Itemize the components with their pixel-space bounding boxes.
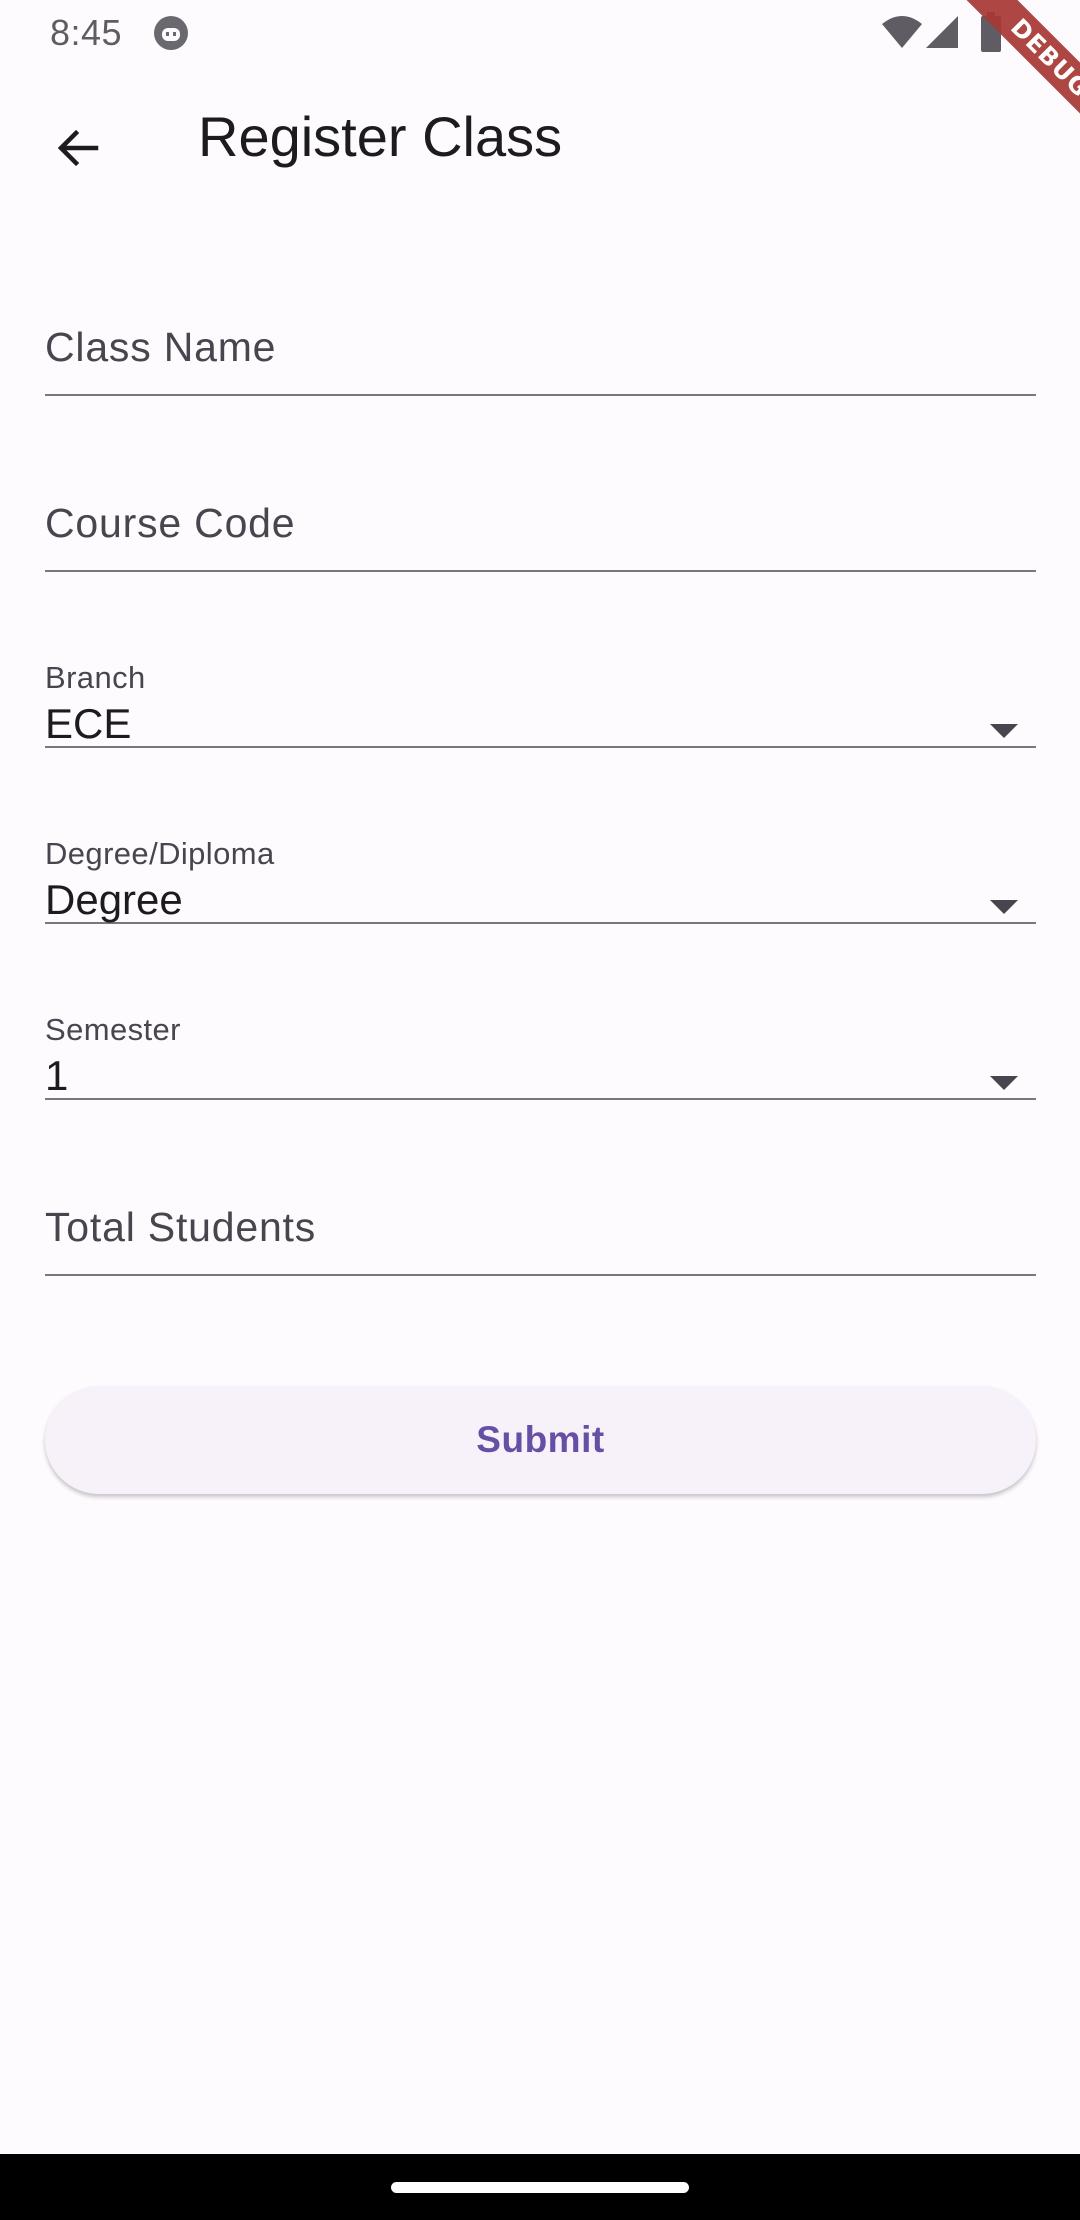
status-bar: 8:45 xyxy=(0,0,1080,66)
arrow-back-icon xyxy=(57,129,99,167)
degree-diploma-label: Degree/Diploma xyxy=(45,836,275,871)
course-code-field[interactable]: Course Code xyxy=(45,396,1036,572)
total-students-field[interactable]: Total Students xyxy=(45,1100,1036,1276)
app-bar: Register Class xyxy=(0,66,1080,220)
class-name-field[interactable]: Class Name xyxy=(45,220,1036,396)
register-class-form: Class Name Course Code Branch ECE Degree… xyxy=(45,220,1036,1276)
class-name-placeholder: Class Name xyxy=(45,324,277,370)
app-notification-icon xyxy=(154,16,188,50)
branch-value: ECE xyxy=(45,700,132,747)
home-gesture-handle[interactable] xyxy=(391,2182,689,2193)
semester-dropdown[interactable]: Semester 1 xyxy=(45,924,1036,1100)
semester-label: Semester xyxy=(45,1012,181,1047)
semester-value: 1 xyxy=(45,1052,69,1099)
branch-dropdown[interactable]: Branch ECE xyxy=(45,572,1036,748)
status-time: 8:45 xyxy=(50,12,123,53)
wifi-icon xyxy=(882,16,922,48)
dropdown-arrow-icon xyxy=(990,900,1018,914)
navigation-bar xyxy=(0,2154,1080,2220)
course-code-placeholder: Course Code xyxy=(45,500,296,546)
degree-diploma-value: Degree xyxy=(45,876,183,923)
dropdown-arrow-icon xyxy=(990,1076,1018,1090)
dropdown-arrow-icon xyxy=(990,724,1018,738)
submit-button[interactable]: Submit xyxy=(45,1386,1036,1494)
degree-diploma-dropdown[interactable]: Degree/Diploma Degree xyxy=(45,748,1036,924)
branch-label: Branch xyxy=(45,660,146,695)
back-button[interactable] xyxy=(38,108,118,188)
page-title: Register Class xyxy=(198,105,563,168)
total-students-placeholder: Total Students xyxy=(45,1204,317,1250)
